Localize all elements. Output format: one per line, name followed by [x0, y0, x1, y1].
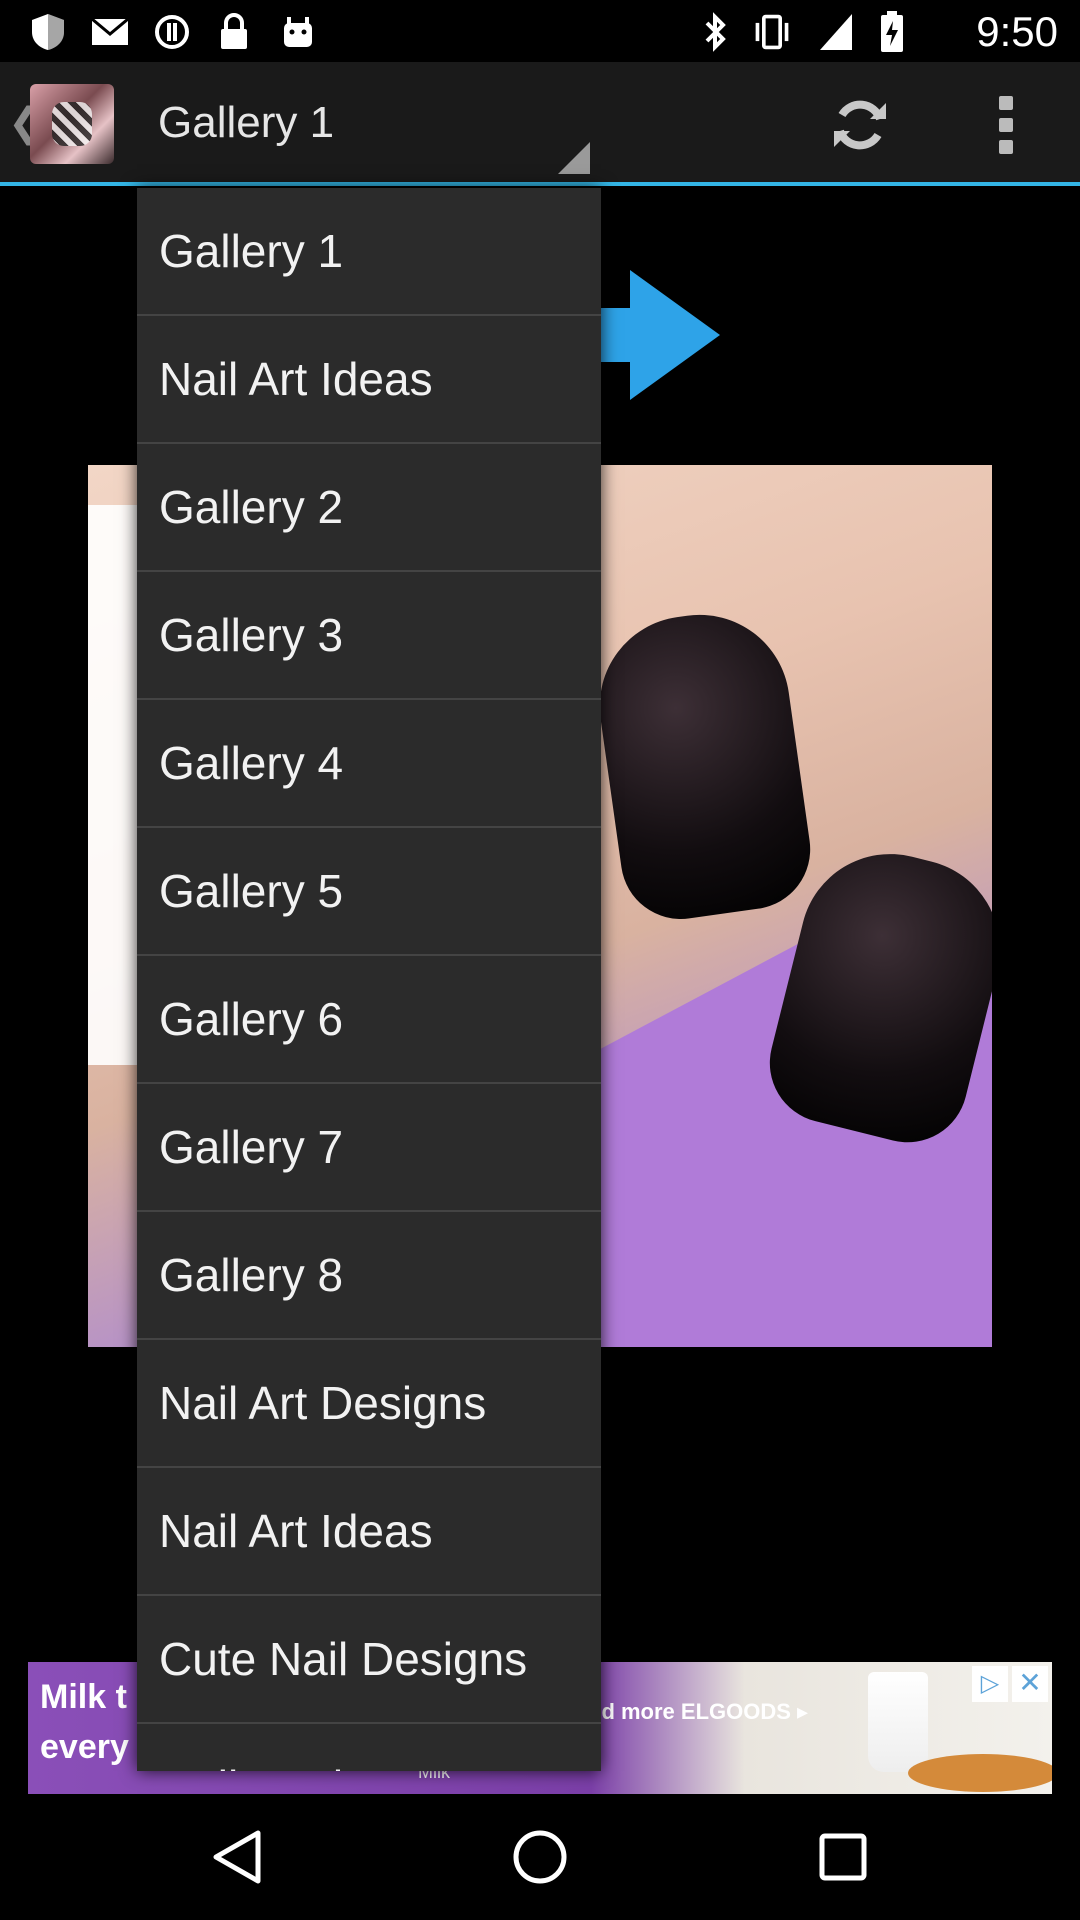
ad-close-icon[interactable]: ✕ [1012, 1666, 1048, 1702]
overflow-menu-button[interactable] [986, 90, 1026, 160]
spinner-dropdown-indicator-icon [558, 142, 590, 174]
navigation-bar [0, 1794, 1080, 1920]
dropdown-item[interactable]: Gallery 3 [137, 572, 601, 700]
overflow-dot-icon [999, 140, 1013, 154]
dropdown-item[interactable]: Cute Nail Designs [137, 1596, 601, 1724]
photo-detail [588, 603, 818, 927]
dropdown-item[interactable]: Gallery 1 [137, 188, 601, 316]
home-icon[interactable] [505, 1822, 575, 1892]
dropdown-item[interactable]: Nail Desi [137, 1724, 601, 1771]
dropdown-item[interactable]: Gallery 4 [137, 700, 601, 828]
back-icon[interactable] [202, 1822, 272, 1892]
ad-choices-icon[interactable]: ▷ [972, 1666, 1008, 1702]
battery-icon [872, 11, 912, 52]
action-bar: ❮ Gallery 1 [0, 62, 1080, 186]
refresh-icon [834, 100, 886, 150]
overflow-dot-icon [999, 96, 1013, 110]
signal-icon [816, 12, 856, 52]
dropdown-item[interactable]: Gallery 8 [137, 1212, 601, 1340]
status-bar: 9:50 [0, 0, 1080, 62]
dropdown-item[interactable]: Gallery 7 [137, 1084, 601, 1212]
dropdown-item[interactable]: Nail Art Designs [137, 1340, 601, 1468]
gallery-spinner[interactable]: Gallery 1 [158, 98, 334, 148]
ad-image [868, 1672, 928, 1772]
vibrate-icon [752, 12, 792, 52]
ad-subtext: nd more ELGOODS ▸ [588, 1699, 809, 1724]
dropdown-item[interactable]: Gallery 6 [137, 956, 601, 1084]
dropdown-item[interactable]: Nail Art Ideas [137, 1468, 601, 1596]
mail-icon [90, 12, 130, 52]
ad-image [908, 1754, 1052, 1792]
dropdown-item[interactable]: Gallery 5 [137, 828, 601, 956]
app-icon[interactable] [30, 84, 114, 164]
refresh-button[interactable] [820, 90, 900, 160]
clock: 9:50 [976, 8, 1058, 55]
shield-icon [28, 12, 68, 52]
dropdown-item[interactable]: Gallery 2 [137, 444, 601, 572]
recents-icon[interactable] [808, 1822, 878, 1892]
overflow-dot-icon [999, 118, 1013, 132]
dropdown-item[interactable]: Nail Art Ideas [137, 316, 601, 444]
android-icon [278, 12, 318, 52]
sync-circle-icon [152, 12, 192, 52]
gallery-dropdown-menu: Gallery 1 Nail Art Ideas Gallery 2 Galle… [137, 188, 601, 1771]
bluetooth-icon [696, 12, 736, 52]
lock-icon [214, 12, 254, 52]
